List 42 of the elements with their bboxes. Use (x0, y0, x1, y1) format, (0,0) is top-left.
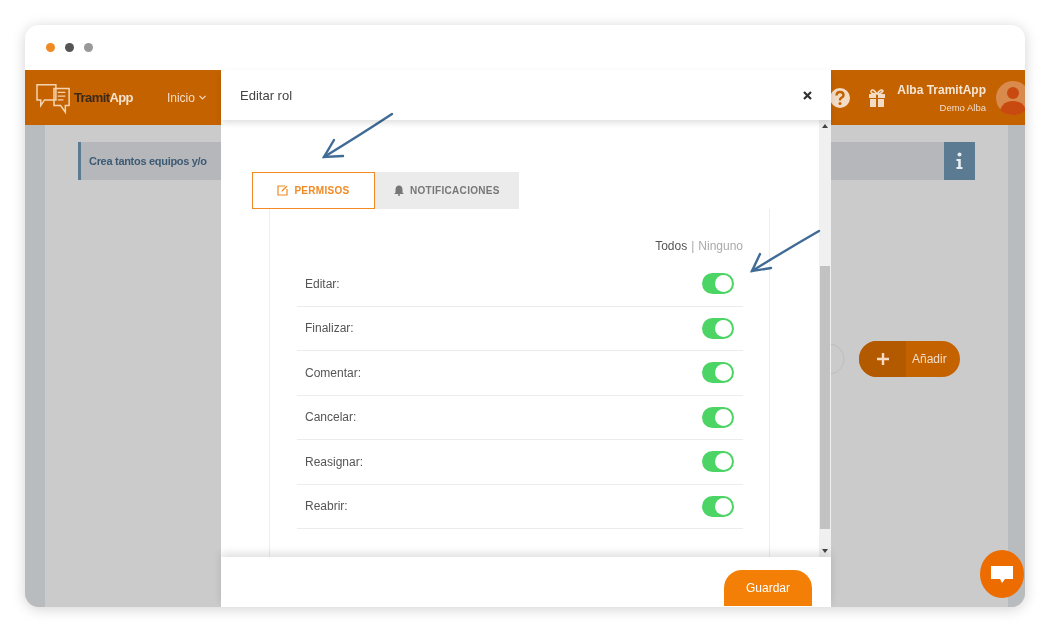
toggle-switch[interactable] (702, 406, 734, 428)
help-icon[interactable] (829, 86, 852, 109)
select-none-link[interactable]: Ninguno (698, 239, 743, 253)
scrollbar[interactable] (819, 120, 831, 557)
user-subtitle: Demo Alba (939, 101, 986, 113)
logo-text: App (109, 90, 133, 105)
permission-label: Cancelar: (305, 410, 357, 425)
modal-title: Editar rol (240, 87, 293, 103)
tab[interactable]: PERMISOS (252, 172, 375, 209)
avatar-icon[interactable] (995, 79, 1025, 116)
gift-icon[interactable] (867, 87, 888, 108)
nav-menu[interactable]: Inicio (166, 90, 206, 105)
select-all-link[interactable]: Todos (655, 239, 688, 253)
edit-icon (277, 185, 289, 196)
permission-label: Finalizar: (305, 321, 354, 336)
plus-icon (876, 353, 889, 365)
tab[interactable]: NOTIFICACIONES (375, 172, 519, 209)
annotation-arrow (749, 229, 821, 273)
save-button[interactable]: Guardar (724, 570, 812, 606)
permission-label: Reabrir: (305, 499, 348, 514)
close-icon[interactable] (803, 90, 812, 100)
toggle-switch[interactable] (702, 451, 734, 473)
chat-icon[interactable] (980, 550, 1024, 598)
toggle-switch[interactable] (702, 317, 734, 339)
permission-label: Comentar: (305, 365, 362, 380)
info-icon[interactable] (944, 142, 975, 180)
permission-label: Reasignar: (305, 454, 364, 469)
toggle-switch[interactable] (702, 495, 734, 517)
separator-text: | (691, 239, 695, 253)
bell-icon (394, 185, 404, 196)
window-dot (46, 43, 55, 52)
user-name: Alba TramitApp (897, 82, 986, 97)
scroll-down-icon[interactable] (822, 549, 828, 553)
banner-text: Crea tantos equipos y/o (89, 155, 207, 167)
toggle-switch[interactable] (702, 362, 734, 384)
window-dot (65, 43, 74, 52)
logo-text: Tramit (74, 90, 110, 105)
chevron-icon (198, 95, 206, 100)
window-dot (84, 43, 93, 52)
add-button[interactable]: Añadir (859, 341, 960, 377)
toggle-switch[interactable] (702, 273, 734, 295)
permission-label: Editar: (305, 276, 340, 291)
